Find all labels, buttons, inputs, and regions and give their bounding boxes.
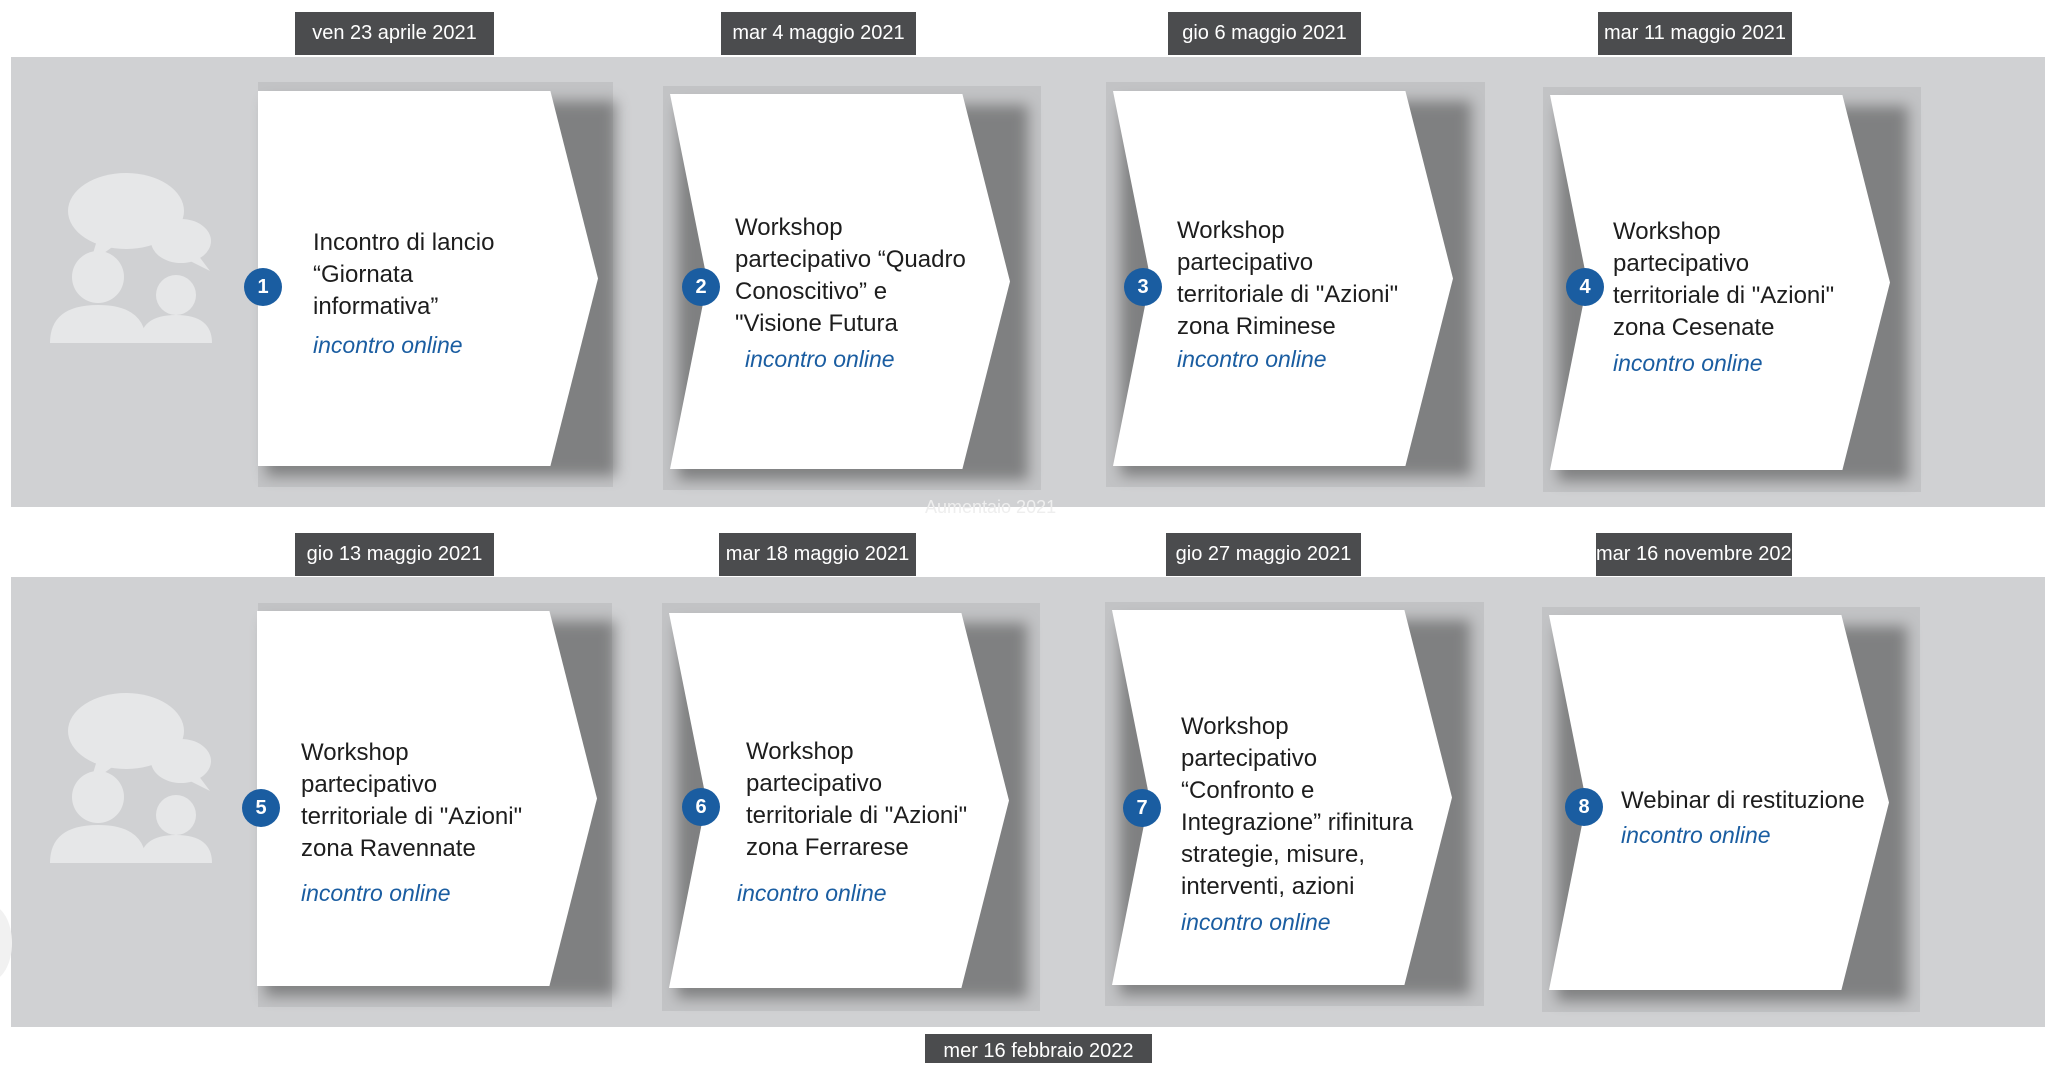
step-subtitle: incontro online	[1181, 909, 1331, 935]
step-title: Workshop partecipativo “Confronto e Inte…	[1181, 713, 1414, 900]
step-title: Webinar di restituzione	[1621, 787, 1865, 814]
people-with-speech-bubbles-icon	[48, 165, 218, 355]
people-with-speech-bubbles-icon	[48, 685, 218, 875]
step-subtitle: incontro online	[1177, 346, 1327, 372]
step-subtitle: incontro online	[745, 346, 895, 372]
final-date-tab: mer 16 febbraio 2022	[925, 1034, 1152, 1063]
step-subtitle: incontro online	[1613, 350, 1763, 376]
step-title: Workshop partecipativo territoriale di "…	[1177, 217, 1399, 340]
step-title: Incontro di lancio “Giornata informativa…	[313, 229, 495, 320]
step-number-badge: 2	[682, 268, 720, 306]
step-subtitle: incontro online	[301, 880, 451, 906]
step-number-badge: 6	[682, 788, 720, 826]
step-number-badge: 3	[1124, 268, 1162, 306]
faded-date-label: Aumentaio 2021	[925, 497, 1057, 517]
step-date-tab: gio 13 maggio 2021	[295, 533, 494, 576]
step-title: Workshop partecipativo territoriale di "…	[1613, 218, 1835, 341]
step-date-tab: mar 11 maggio 2021	[1598, 12, 1792, 55]
step-date-tab: gio 6 maggio 2021	[1168, 12, 1361, 55]
step-title: Workshop partecipativo territoriale di "…	[301, 739, 523, 862]
step-number-badge: 7	[1123, 789, 1161, 827]
step-number-badge: 5	[242, 789, 280, 827]
step-number-badge: 8	[1565, 788, 1603, 826]
step-title: Workshop partecipativo territoriale di "…	[746, 738, 968, 861]
step-date-tab: mar 16 novembre 2021	[1596, 533, 1803, 576]
step-date-tab: ven 23 aprile 2021	[295, 12, 494, 55]
step-date-tab: mar 18 maggio 2021	[719, 533, 916, 576]
step-subtitle: incontro online	[1621, 822, 1771, 848]
step-number-badge: 1	[244, 268, 282, 306]
step-date-tab: gio 27 maggio 2021	[1166, 533, 1361, 576]
step-subtitle: incontro online	[313, 332, 463, 358]
step-number-badge: 4	[1566, 268, 1604, 306]
step-title: Workshop partecipativo “Quadro Conosciti…	[735, 214, 966, 337]
step-date-tab: mar 4 maggio 2021	[721, 12, 916, 55]
step-subtitle: incontro online	[737, 880, 887, 906]
